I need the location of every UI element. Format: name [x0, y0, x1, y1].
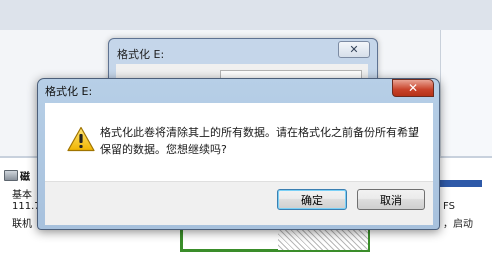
- partition-fs-text: FS: [443, 201, 455, 212]
- partition-status-text: ，启动: [443, 219, 473, 230]
- warning-icon: [67, 126, 95, 152]
- disk-type: 基本: [12, 190, 32, 201]
- disk-icon: [4, 170, 18, 181]
- disk-status: 联机: [12, 219, 32, 230]
- disk-label: 磁: [20, 172, 30, 183]
- format-dialog-background-close-button[interactable]: ✕: [338, 41, 370, 58]
- partition-color-bar-right: [440, 180, 482, 187]
- cancel-button[interactable]: 取消: [357, 189, 425, 210]
- dialog-message: 格式化此卷将清除其上的所有数据。请在格式化之前备份所有希望保留的数据。您想继续吗…: [100, 126, 419, 156]
- format-dialog-background-title: 格式化 E:: [117, 48, 165, 61]
- window-header-band: [0, 0, 492, 30]
- dialog-close-button[interactable]: ✕: [392, 79, 434, 97]
- ok-button[interactable]: 确定: [277, 189, 347, 210]
- dialog-title: 格式化 E:: [45, 85, 93, 98]
